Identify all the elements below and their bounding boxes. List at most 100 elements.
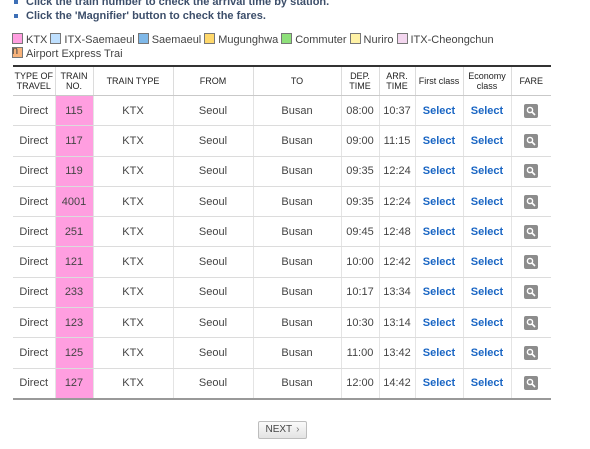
select-economy-class-link[interactable]: Select <box>471 256 503 268</box>
cell-train-no[interactable]: 127 <box>55 368 94 400</box>
cell-train-no[interactable]: 233 <box>55 277 94 309</box>
table-row: Direct 125 KTX Seoul Busan 11:00 13:42 Select Se… <box>13 337 551 369</box>
magnifier-icon[interactable] <box>524 194 539 209</box>
legend-label: Saemaeul <box>151 34 202 46</box>
cell-travel-type: Direct <box>13 156 56 187</box>
cell-to: Busan <box>253 307 342 339</box>
cell-first-class: Select <box>415 246 464 278</box>
cell-train-type: KTX <box>93 368 174 400</box>
select-economy-class-link[interactable]: Select <box>471 226 503 238</box>
legend-swatch <box>204 33 216 44</box>
select-first-class-link[interactable]: Select <box>423 377 455 389</box>
select-economy-class-link[interactable]: Select <box>471 347 503 359</box>
header-text: TRAVEL <box>16 81 51 91</box>
cell-fare <box>511 368 551 400</box>
cell-arr-time: 12:42 <box>379 246 416 278</box>
cell-from: Seoul <box>173 277 254 309</box>
select-first-class-link[interactable]: Select <box>423 317 455 329</box>
next-button[interactable]: NEXT › <box>258 421 307 439</box>
select-economy-class-link[interactable]: Select <box>471 317 503 329</box>
cell-economy-class: Select <box>463 307 512 339</box>
cell-train-type: KTX <box>93 125 174 157</box>
header-arr-time: ARR. TIME <box>379 65 416 96</box>
select-first-class-link[interactable]: Select <box>423 347 455 359</box>
legend-swatch <box>50 33 62 44</box>
table-row: Direct 4001 KTX Seoul Busan 09:35 12:24 Select S… <box>13 186 551 218</box>
select-economy-class-link[interactable]: Select <box>471 135 503 147</box>
cell-train-no[interactable]: 251 <box>55 216 94 248</box>
legend-swatch <box>349 33 361 44</box>
cell-train-type: KTX <box>93 307 174 339</box>
cell-fare <box>511 216 551 248</box>
select-first-class-link[interactable]: Select <box>423 196 455 208</box>
note-text: Click the train number to check the arri… <box>26 0 330 8</box>
cell-train-no[interactable]: 117 <box>55 125 94 157</box>
magnifier-icon[interactable] <box>524 133 539 148</box>
select-economy-class-link[interactable]: Select <box>471 286 503 298</box>
magnifier-icon[interactable] <box>524 164 539 179</box>
header-train-no: TRAIN NO. <box>55 65 94 96</box>
cell-train-no[interactable]: 4001 <box>55 186 94 218</box>
header-text: NO. <box>65 81 82 91</box>
cell-economy-class: Select <box>463 186 512 218</box>
header-train-type: TRAIN TYPE <box>93 65 174 96</box>
select-first-class-link[interactable]: Select <box>423 226 455 238</box>
select-first-class-link[interactable]: Select <box>423 256 455 268</box>
header-to: TO <box>253 65 342 96</box>
cell-travel-type: Direct <box>13 125 56 157</box>
cell-train-type: KTX <box>93 277 174 309</box>
cell-arr-time: 12:24 <box>379 186 416 218</box>
legend-swatch <box>137 33 149 44</box>
cell-first-class: Select <box>415 95 464 127</box>
select-economy-class-link[interactable]: Select <box>471 196 503 208</box>
cell-travel-type: Direct <box>13 186 56 218</box>
magnifier-icon[interactable] <box>524 255 539 270</box>
magnifier-icon[interactable] <box>524 103 539 118</box>
next-label: NEXT <box>265 424 293 435</box>
legend-item: Mugunghwa <box>204 33 278 47</box>
cell-travel-type: Direct <box>13 277 56 309</box>
cell-train-no[interactable]: 115 <box>55 95 94 127</box>
cell-economy-class: Select <box>463 216 512 248</box>
cell-to: Busan <box>253 337 342 369</box>
cell-dep-time: 09:45 <box>341 216 380 248</box>
cell-train-type: KTX <box>93 337 174 369</box>
magnifier-icon[interactable] <box>524 224 539 239</box>
cell-dep-time: 10:17 <box>341 277 380 309</box>
cell-arr-time: 13:14 <box>379 307 416 339</box>
select-economy-class-link[interactable]: Select <box>471 377 503 389</box>
cell-arr-time: 11:15 <box>379 125 416 157</box>
table-row: Direct 115 KTX Seoul Busan 08:00 10:37 Select Se… <box>13 95 551 127</box>
cell-first-class: Select <box>415 277 464 309</box>
cell-to: Busan <box>253 216 342 248</box>
cell-travel-type: Direct <box>13 216 56 248</box>
cell-train-no[interactable]: 123 <box>55 307 94 339</box>
select-first-class-link[interactable]: Select <box>423 165 455 177</box>
cell-dep-time: 09:35 <box>341 156 380 187</box>
cell-from: Seoul <box>173 125 254 157</box>
select-economy-class-link[interactable]: Select <box>471 105 503 117</box>
bullet-icon <box>14 0 18 4</box>
cell-travel-type: Direct <box>13 307 56 339</box>
magnifier-icon[interactable] <box>524 285 539 300</box>
cell-train-no[interactable]: 125 <box>55 337 94 369</box>
select-first-class-link[interactable]: Select <box>423 286 455 298</box>
cell-economy-class: Select <box>463 156 512 187</box>
magnifier-icon[interactable] <box>524 315 539 330</box>
header-text: TRAIN <box>60 71 88 81</box>
magnifier-icon[interactable] <box>524 376 539 391</box>
select-first-class-link[interactable]: Select <box>423 135 455 147</box>
table-row: Direct 127 KTX Seoul Busan 12:00 14:42 Select Se… <box>13 368 551 400</box>
header-economy-class: Economy class <box>463 65 512 96</box>
magnifier-icon[interactable] <box>524 346 539 361</box>
cell-to: Busan <box>253 95 342 127</box>
cell-first-class: Select <box>415 125 464 157</box>
cell-dep-time: 12:00 <box>341 368 380 400</box>
select-first-class-link[interactable]: Select <box>423 105 455 117</box>
cell-travel-type: Direct <box>13 95 56 127</box>
cell-train-no[interactable]: 119 <box>55 156 94 187</box>
cell-dep-time: 10:30 <box>341 307 380 339</box>
select-economy-class-link[interactable]: Select <box>471 165 503 177</box>
legend-label: Nuriro <box>363 34 394 46</box>
cell-train-no[interactable]: 121 <box>55 246 94 278</box>
